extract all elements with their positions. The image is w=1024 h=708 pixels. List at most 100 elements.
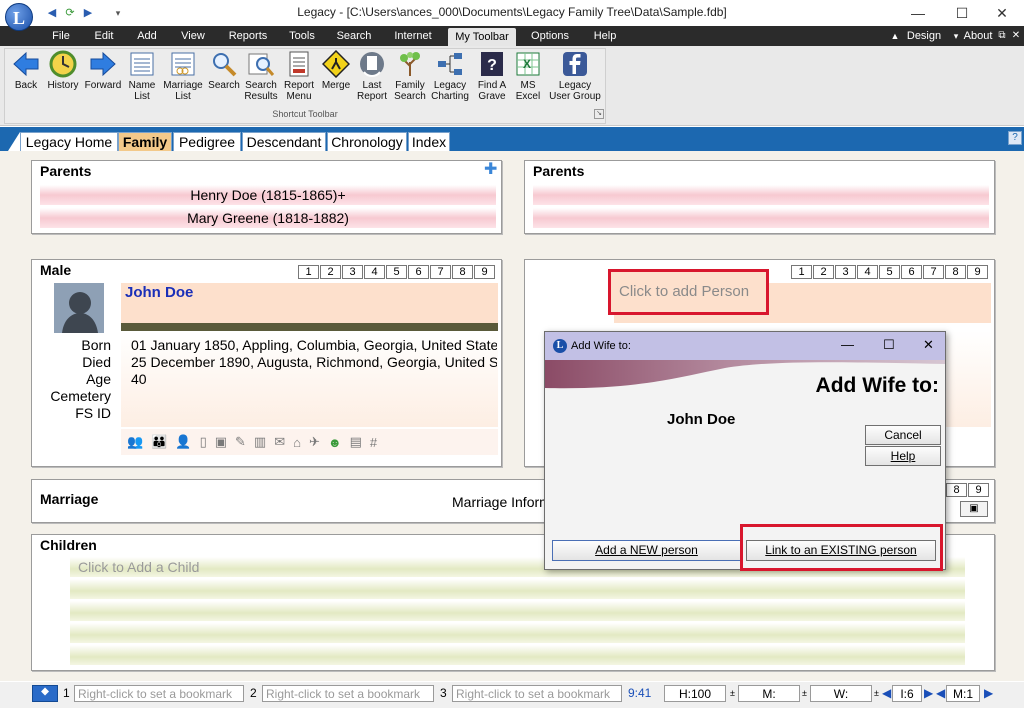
maximize-button[interactable]: ☐ bbox=[940, 2, 984, 24]
name-list-button[interactable]: Name List bbox=[126, 50, 158, 106]
marriage-list-button[interactable]: Marriage List bbox=[162, 50, 204, 106]
tab-chronology[interactable]: Chronology bbox=[327, 132, 407, 151]
tab-index[interactable]: Index bbox=[408, 132, 450, 151]
h-spinner-icon[interactable]: ± bbox=[730, 685, 735, 702]
m-spinner-icon[interactable]: ± bbox=[802, 685, 807, 702]
menu-options[interactable]: Options bbox=[526, 26, 574, 46]
history-button[interactable]: History bbox=[44, 50, 82, 106]
next-index-arrow-icon[interactable]: ▶ bbox=[924, 685, 933, 702]
tab-pedigree[interactable]: Pedigree bbox=[173, 132, 241, 151]
spouses-icon[interactable]: 👥 bbox=[127, 434, 143, 450]
search-results-button[interactable]: Search Results bbox=[242, 50, 280, 106]
born-value[interactable]: 01 January 1850, Appling, Columbia, Geor… bbox=[131, 337, 497, 354]
child-row-5[interactable] bbox=[70, 645, 965, 665]
bookmark-slot-1[interactable]: Right-click to set a bookmark bbox=[74, 685, 244, 702]
husband-photo[interactable] bbox=[54, 283, 104, 333]
bookmark-slot-2[interactable]: Right-click to set a bookmark bbox=[262, 685, 434, 702]
click-to-add-person[interactable]: Click to add Person bbox=[619, 283, 749, 300]
find-a-grave-button[interactable]: ? Find A Grave bbox=[474, 50, 510, 106]
search-button[interactable]: Search bbox=[206, 50, 242, 106]
bookmark-icon[interactable]: ⯁ bbox=[32, 685, 58, 702]
number-tab-5[interactable]: 5 bbox=[879, 265, 900, 279]
number-tab-7[interactable]: 7 bbox=[430, 265, 451, 279]
child-row-3[interactable] bbox=[70, 601, 965, 621]
mdi-close-icon[interactable]: ✕ bbox=[1010, 26, 1022, 46]
event-icon[interactable]: ✎ bbox=[235, 434, 246, 450]
w-spinner-icon[interactable]: ± bbox=[874, 685, 879, 702]
number-tab-7[interactable]: 7 bbox=[923, 265, 944, 279]
menu-design[interactable]: Design bbox=[904, 26, 944, 46]
bookmark-slot-3[interactable]: Right-click to set a bookmark bbox=[452, 685, 622, 702]
cancel-button[interactable]: Cancel bbox=[865, 425, 941, 445]
sources-icon[interactable]: ▥ bbox=[254, 434, 266, 450]
close-window-button[interactable]: ✕ bbox=[980, 2, 1024, 24]
prev-marriage-arrow-icon[interactable]: ◀ bbox=[936, 685, 945, 702]
mother-row[interactable]: Mary Greene (1818-1882) bbox=[40, 208, 496, 228]
number-tab-6[interactable]: 6 bbox=[901, 265, 922, 279]
number-tab-3[interactable]: 3 bbox=[835, 265, 856, 279]
hashtag-folder-icon[interactable]: ✉ bbox=[274, 434, 285, 450]
menu-my-toolbar[interactable]: My Toolbar bbox=[448, 28, 516, 46]
legacy-user-group-button[interactable]: Legacy User Group bbox=[546, 50, 604, 106]
dialog-minimize-button[interactable]: — bbox=[841, 337, 854, 352]
menu-edit[interactable]: Edit bbox=[87, 26, 121, 46]
tab-legacy-home[interactable]: Legacy Home bbox=[20, 132, 118, 151]
number-tab-1[interactable]: 1 bbox=[298, 265, 319, 279]
marriage-picture-icon[interactable]: ▣ bbox=[960, 501, 988, 517]
father-row[interactable]: Henry Doe (1815-1865)+ bbox=[40, 185, 496, 205]
number-tab-4[interactable]: 4 bbox=[857, 265, 878, 279]
group-expand-icon[interactable]: ↘ bbox=[594, 109, 604, 119]
address-icon[interactable]: ⌂ bbox=[293, 435, 301, 450]
menu-reports[interactable]: Reports bbox=[224, 26, 272, 46]
tab-family[interactable]: Family bbox=[118, 132, 172, 151]
menu-help[interactable]: Help bbox=[588, 26, 622, 46]
menu-file[interactable]: File bbox=[44, 26, 78, 46]
last-report-button[interactable]: Last Report bbox=[354, 50, 390, 106]
husband-name[interactable]: John Doe bbox=[125, 284, 193, 301]
person-icon[interactable]: ☻ bbox=[328, 435, 342, 450]
number-tab-1[interactable]: 1 bbox=[791, 265, 812, 279]
prev-index-arrow-icon[interactable]: ◀ bbox=[882, 685, 891, 702]
collapse-ribbon-icon[interactable]: ▲ bbox=[888, 26, 902, 46]
back-button[interactable]: Back bbox=[6, 50, 46, 106]
menu-tools[interactable]: Tools bbox=[284, 26, 320, 46]
number-tab-6[interactable]: 6 bbox=[408, 265, 429, 279]
tab-descendant[interactable]: Descendant bbox=[242, 132, 326, 151]
number-tab-9[interactable]: 9 bbox=[967, 265, 988, 279]
forward-button[interactable]: Forward bbox=[82, 50, 124, 106]
menu-view[interactable]: View bbox=[176, 26, 210, 46]
hashtag-icon[interactable]: # bbox=[370, 435, 377, 450]
merge-button[interactable]: Merge bbox=[318, 50, 354, 106]
number-tab-8[interactable]: 8 bbox=[452, 265, 473, 279]
dialog-close-button[interactable]: ✕ bbox=[923, 337, 934, 353]
number-tab-2[interactable]: 2 bbox=[320, 265, 341, 279]
number-tab-9[interactable]: 9 bbox=[474, 265, 495, 279]
minimize-button[interactable]: — bbox=[896, 2, 940, 24]
notes-icon[interactable]: ▯ bbox=[200, 434, 207, 450]
legacy-app-logo[interactable]: L bbox=[5, 3, 33, 31]
restore-icon[interactable]: ⧉ bbox=[996, 26, 1008, 46]
family-search-button[interactable]: Family Search bbox=[392, 50, 428, 106]
wife-mother-row[interactable] bbox=[533, 208, 989, 228]
menu-add[interactable]: Add bbox=[130, 26, 164, 46]
wife-father-row[interactable] bbox=[533, 185, 989, 205]
number-tab-8[interactable]: 8 bbox=[945, 265, 966, 279]
died-value[interactable]: 25 December 1890, Augusta, Richmond, Geo… bbox=[131, 354, 497, 371]
number-tab-8[interactable]: 8 bbox=[946, 483, 967, 497]
menu-internet[interactable]: Internet bbox=[390, 26, 436, 46]
parents-icon[interactable]: 👪 bbox=[151, 434, 167, 450]
menu-search[interactable]: Search bbox=[334, 26, 374, 46]
book-icon[interactable]: ▤ bbox=[350, 434, 362, 450]
picture-icon[interactable]: ▣ bbox=[215, 434, 227, 450]
number-tab-4[interactable]: 4 bbox=[364, 265, 385, 279]
number-tab-9[interactable]: 9 bbox=[968, 483, 989, 497]
next-marriage-arrow-icon[interactable]: ▶ bbox=[984, 685, 993, 702]
report-menu-button[interactable]: Report Menu bbox=[280, 50, 318, 106]
menu-about[interactable]: About bbox=[962, 26, 994, 46]
add-new-person-button[interactable]: Add a NEW person bbox=[552, 540, 741, 561]
number-tab-2[interactable]: 2 bbox=[813, 265, 834, 279]
number-tab-3[interactable]: 3 bbox=[342, 265, 363, 279]
research-icon[interactable]: ✈ bbox=[309, 434, 320, 450]
child-row-2[interactable] bbox=[70, 579, 965, 599]
legacy-charting-button[interactable]: Legacy Charting bbox=[428, 50, 472, 106]
